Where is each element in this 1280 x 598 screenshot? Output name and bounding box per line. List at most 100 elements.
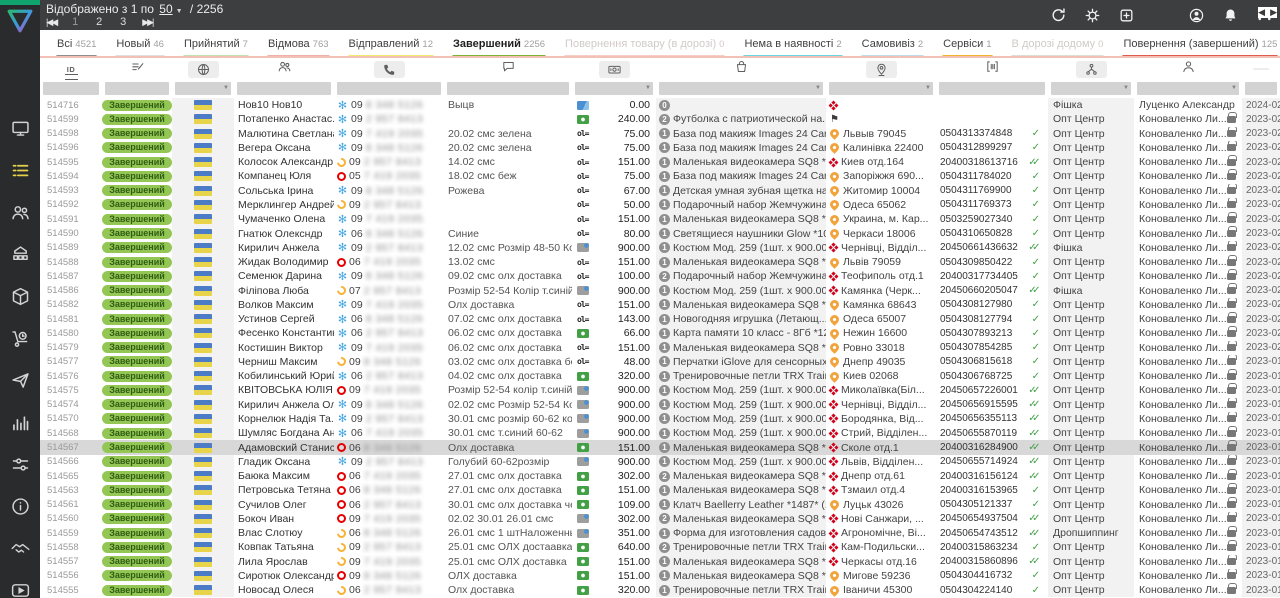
sidebar-item-dashboard[interactable] [6,118,34,144]
status-badge[interactable]: Завершений [102,399,172,410]
table-row[interactable]: 514563ЗавершенийПетровська Тетяна068 348… [40,483,1280,497]
sidebar-item-tutorials[interactable] [6,580,34,598]
table-row[interactable]: 514561ЗавершенийСучилов Олег062 957 8413… [40,497,1280,511]
status-badge[interactable]: Завершений [102,285,172,296]
table-row[interactable]: 514587ЗавершенийСеменюк Дарина✻098 348 5… [40,269,1280,283]
page-number-2[interactable]: 2 [94,16,104,28]
table-row[interactable]: 514586ЗавершенийФіліпова Люба072 957 841… [40,283,1280,297]
sidebar-item-statistics[interactable] [6,412,34,438]
filter-input-id[interactable] [43,82,99,95]
status-badge[interactable]: Завершений [102,299,172,310]
page-number-1[interactable]: 1 [70,16,80,28]
table-row[interactable]: 514580ЗавершенийФесенко Константин✻062 9… [40,326,1280,340]
status-badge[interactable]: Завершений [102,157,172,168]
table-row[interactable]: 514574ЗавершенийКирилич Анжела Ол...✻098… [40,398,1280,412]
table-row[interactable]: 514591ЗавершенийЧумаченко Олена✻097 419 … [40,212,1280,226]
first-page-button[interactable]: |◀◀ [46,17,56,28]
status-badge[interactable]: Завершений [102,485,172,496]
table-row[interactable]: 514576ЗавершенийКобилинський Юрий✻062 95… [40,369,1280,383]
status-badge[interactable]: Завершений [102,142,172,153]
table-row[interactable]: 514592ЗавершенийМерклингер Андрей092 957… [40,198,1280,212]
gear-icon[interactable] [1082,5,1102,25]
table-row[interactable]: 514560ЗавершенийБокоч Иван097 419 203502… [40,512,1280,526]
status-badge[interactable]: Завершений [102,128,172,139]
status-badge[interactable]: Завершений [102,499,172,510]
table-row[interactable]: 514575ЗавершенийКВІТОВСЬКА ЮЛІЯ097 419 2… [40,383,1280,397]
last-page-button[interactable]: ▶▶| [142,17,152,28]
status-badge[interactable]: Завершений [102,257,172,268]
tab-scroll-right-icon[interactable]: ▶ [1270,7,1277,18]
add-square-icon[interactable] [1116,5,1136,25]
table-row[interactable]: 514567ЗавершенийАдамовский Станис...068 … [40,440,1280,454]
filter-input-manager[interactable]: ▼ [1137,82,1239,95]
table-row[interactable]: 514595ЗавершенийКолосок Александр092 957… [40,155,1280,169]
table-row[interactable]: 514570ЗавершенийКорнелюк Надія Та...✻092… [40,412,1280,426]
filter-input-product[interactable]: ▼ [659,82,823,95]
bell-icon[interactable] [1220,5,1240,25]
sidebar-item-orders[interactable] [6,160,34,186]
status-badge[interactable]: Завершений [102,456,172,467]
status-badge[interactable]: Завершений [102,442,172,453]
table-row[interactable]: 514590ЗавершенийГнатюк Олексндр✻068 348 … [40,226,1280,240]
table-row[interactable]: 514596ЗавершенийВегера Оксана✻098 348 51… [40,141,1280,155]
table-row[interactable]: 514593ЗавершенийСольська Ірина✻098 348 5… [40,184,1280,198]
status-badge[interactable]: Завершений [102,214,172,225]
sidebar-item-dropshipping[interactable] [6,328,34,354]
page-number-3[interactable]: 3 [118,16,128,28]
status-badge[interactable]: Завершений [102,314,172,325]
status-badge[interactable]: Завершений [102,428,172,439]
table-row[interactable]: 514579ЗавершенийКостишин Виктор✻097 419 … [40,341,1280,355]
tab-12[interactable]: Повернення (завершений)125 [1122,33,1278,56]
tab-9[interactable]: Самовивіз2 [861,33,924,56]
status-badge[interactable]: Завершений [102,413,172,424]
filter-input-source[interactable]: ▼ [1051,82,1131,95]
table-row[interactable]: 514588ЗавершенийЖидак Володимир067 419 2… [40,255,1280,269]
status-badge[interactable]: Завершений [102,528,172,539]
table-row[interactable]: 514594ЗавершенийКомпанец Юля057 419 2035… [40,169,1280,183]
column-header-tracking[interactable] [936,58,1048,80]
status-badge[interactable]: Завершений [102,228,172,239]
status-badge[interactable]: Завершений [102,585,172,596]
column-header-comment[interactable] [444,58,572,80]
tab-scroll-left-icon[interactable]: ◀ [1258,7,1265,18]
status-badge[interactable]: Завершений [102,100,172,111]
table-row[interactable]: 514716ЗавершенийНов10 Нов10✻098 348 5126… [40,98,1280,112]
sidebar-item-campaigns[interactable] [6,370,34,396]
sidebar-item-info[interactable] [6,496,34,522]
table-row[interactable]: 514577ЗавершенийЧерниш Максим098 348 512… [40,355,1280,369]
tab-1[interactable]: Всі4521 [56,33,97,56]
filter-input-comment[interactable] [447,82,569,95]
filter-input-delivery[interactable]: ▼ [829,82,933,95]
status-badge[interactable]: Завершений [102,114,172,125]
status-badge[interactable]: Завершений [102,542,172,553]
status-badge[interactable]: Завершений [102,328,172,339]
tab-3[interactable]: Прийнятий7 [183,33,249,56]
tab-8[interactable]: Нема в наявності2 [743,33,842,56]
table-row[interactable]: 514558ЗавершенийКовпак Татьяна092 957 84… [40,540,1280,554]
column-header-manager[interactable] [1134,58,1242,80]
filter-input-phone[interactable] [337,82,441,95]
table-row[interactable]: 514568ЗавершенийШумляс Богдана Ан...✻067… [40,426,1280,440]
column-header-client[interactable] [234,58,334,80]
table-row[interactable]: 514557ЗавершенийЛила Ярослав097 419 2035… [40,555,1280,569]
column-header-delivery[interactable] [826,58,936,80]
refresh-icon[interactable] [1048,5,1068,25]
column-header-id[interactable]: ID [40,58,102,80]
avatar-icon[interactable] [1186,5,1206,25]
status-badge[interactable]: Завершений [102,171,172,182]
sidebar-item-company[interactable] [6,244,34,270]
column-header-source[interactable] [1048,58,1134,80]
tab-6[interactable]: Завершений2256 [452,33,546,56]
tab-10[interactable]: Сервіси1 [942,33,992,56]
status-badge[interactable]: Завершений [102,242,172,253]
status-badge[interactable]: Завершений [102,185,172,196]
page-size-select[interactable]: 50 [159,2,172,16]
status-badge[interactable]: Завершений [102,556,172,567]
column-header-product[interactable] [656,58,826,80]
table-row[interactable]: 514565ЗавершенийБаюка Максим067 419 2035… [40,469,1280,483]
sidebar-item-products[interactable] [6,286,34,312]
sidebar-item-clients[interactable] [6,202,34,228]
table-row[interactable]: 514582ЗавершенийВолков Максим✻097 419 20… [40,298,1280,312]
table-row[interactable]: 514589ЗавершенийКирилич Анжела✻092 957 8… [40,241,1280,255]
filter-input-status[interactable] [105,82,169,95]
